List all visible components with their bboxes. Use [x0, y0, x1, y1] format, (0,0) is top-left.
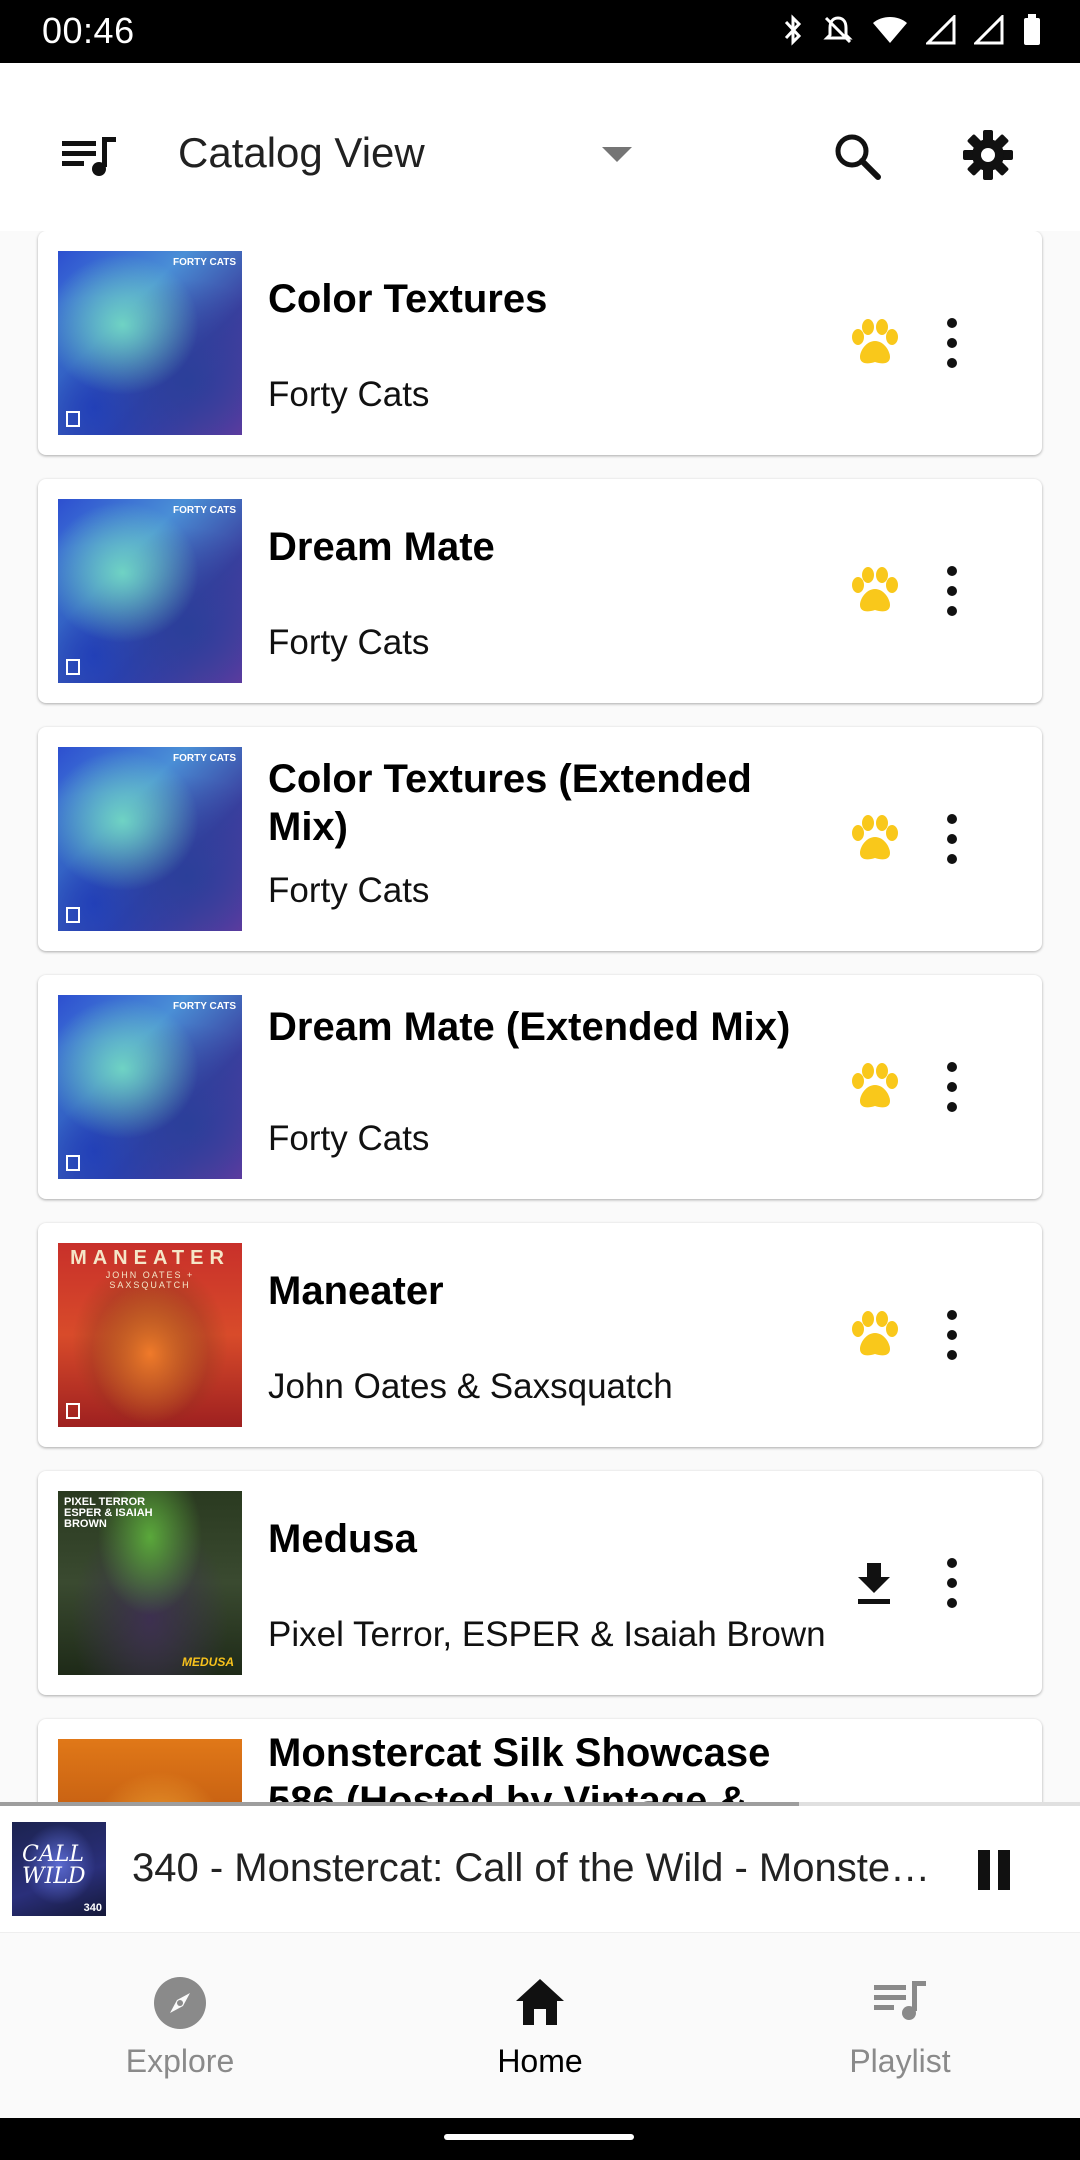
track-card[interactable]: PIXEL TERROR ESPER & ISAIAH BROWN MEDUSA…	[38, 1471, 1042, 1695]
album-art-label: FORTY CATS	[173, 505, 236, 516]
album-art-subtitle: JOHN OATES + SAXSQUATCH	[105, 1270, 195, 1290]
track-list[interactable]: FORTY CATS Color Textures Forty Cats FOR…	[0, 231, 1080, 1804]
label-badge-icon	[66, 411, 80, 427]
more-options-button[interactable]	[938, 559, 966, 623]
view-selector[interactable]: Catalog View	[178, 129, 425, 177]
dropdown-arrow-icon[interactable]	[602, 147, 632, 162]
track-card[interactable]: FORTY CATS Color Textures (Extended Mix)…	[38, 727, 1042, 951]
do-not-disturb-icon	[822, 14, 854, 51]
track-card[interactable]: FORTY CATS Color Textures Forty Cats	[38, 231, 1042, 455]
paw-icon[interactable]	[846, 563, 902, 619]
mini-player[interactable]: CALL WILD 340 340 - Monstercat: Call of …	[0, 1806, 1080, 1932]
bottom-navigation: Explore Home Playlist	[0, 1932, 1080, 2118]
nav-home-label: Home	[497, 2043, 583, 2079]
more-vert-icon	[947, 1558, 957, 1608]
track-card[interactable]: Monstercat Silk Showcase 586 (Hosted by …	[38, 1719, 1042, 1804]
home-icon	[516, 1979, 564, 2025]
signal-icon-2	[972, 13, 1004, 50]
more-options-button[interactable]	[938, 1551, 966, 1615]
paw-icon[interactable]	[846, 315, 902, 371]
album-art-label: FORTY CATS	[173, 1001, 236, 1012]
album-art-subtitle: MEDUSA	[181, 1655, 234, 1669]
compass-icon	[154, 1977, 206, 2029]
album-art: FORTY CATS	[58, 499, 242, 683]
track-artist: Forty Cats	[268, 871, 430, 910]
battery-icon	[1022, 14, 1042, 51]
wifi-icon	[872, 15, 908, 50]
now-playing-art-text: CALL WILD	[22, 1842, 86, 1889]
album-art-label: FORTY CATS	[173, 257, 236, 268]
more-vert-icon	[947, 814, 957, 864]
pause-button[interactable]	[974, 1850, 1014, 1894]
status-time: 00:46	[42, 10, 135, 51]
label-badge-icon	[66, 907, 80, 923]
app-bar: Catalog View	[0, 63, 1080, 231]
now-playing-art: CALL WILD 340	[12, 1822, 106, 1916]
track-artist: Forty Cats	[268, 623, 430, 662]
now-playing-title[interactable]: 340 - Monstercat: Call of the Wild - Mon…	[132, 1846, 932, 1891]
track-artist: John Oates & Saxsquatch	[268, 1367, 673, 1406]
track-card[interactable]: FORTY CATS Dream Mate (Extended Mix) For…	[38, 975, 1042, 1199]
status-bar: 00:46	[0, 0, 1080, 63]
track-title: Color Textures	[268, 277, 548, 321]
nav-playlist-label: Playlist	[849, 2043, 951, 2079]
more-vert-icon	[947, 1310, 957, 1360]
search-button[interactable]	[830, 129, 886, 185]
album-art: FORTY CATS	[58, 747, 242, 931]
paw-icon[interactable]	[846, 811, 902, 867]
track-artist: Pixel Terror, ESPER & Isaiah Brown	[268, 1615, 826, 1654]
track-title: Monstercat Silk Showcase 586 (Hosted by …	[268, 1731, 771, 1804]
label-badge-icon	[66, 659, 80, 675]
now-playing-art-number: 340	[83, 1902, 102, 1914]
album-art: MANEATER JOHN OATES + SAXSQUATCH	[58, 1243, 242, 1427]
album-art: FORTY CATS	[58, 995, 242, 1179]
album-art: PIXEL TERROR ESPER & ISAIAH BROWN MEDUSA	[58, 1491, 242, 1675]
album-art-title: MANEATER	[70, 1247, 230, 1269]
nav-home[interactable]: Home	[360, 1933, 720, 2119]
gesture-navigation-bar	[0, 2118, 1080, 2160]
track-title: Color Textures (Extended Mix)	[268, 757, 752, 849]
bluetooth-icon	[782, 14, 804, 51]
album-art	[58, 1739, 242, 1804]
nav-explore[interactable]: Explore	[0, 1933, 360, 2119]
track-title: Dream Mate	[268, 525, 495, 569]
album-art-label: FORTY CATS	[173, 753, 236, 764]
playlist-icon	[874, 1981, 926, 2020]
nav-playlist[interactable]: Playlist	[720, 1933, 1080, 2119]
paw-icon[interactable]	[846, 1307, 902, 1363]
album-art: FORTY CATS	[58, 251, 242, 435]
queue-music-icon	[62, 137, 116, 176]
more-vert-icon	[947, 566, 957, 616]
more-options-button[interactable]	[938, 311, 966, 375]
paw-icon[interactable]	[846, 1059, 902, 1115]
track-card[interactable]: FORTY CATS Dream Mate Forty Cats	[38, 479, 1042, 703]
home-gesture-handle[interactable]	[444, 2134, 634, 2140]
nav-explore-label: Explore	[125, 2043, 235, 2079]
track-title: Maneater	[268, 1269, 444, 1313]
album-art-title: PIXEL TERROR ESPER & ISAIAH BROWN	[64, 1496, 153, 1530]
download-icon	[858, 1563, 890, 1604]
queue-music-button[interactable]	[60, 133, 120, 183]
signal-icon	[924, 13, 956, 50]
label-badge-icon	[66, 1155, 80, 1171]
label-badge-icon	[66, 1403, 80, 1419]
download-button[interactable]	[852, 1559, 896, 1607]
track-title: Dream Mate (Extended Mix)	[268, 1005, 791, 1049]
more-options-button[interactable]	[938, 807, 966, 871]
more-options-button[interactable]	[938, 1303, 966, 1367]
track-card[interactable]: MANEATER JOHN OATES + SAXSQUATCH Maneate…	[38, 1223, 1042, 1447]
settings-button[interactable]	[960, 127, 1016, 183]
status-icons	[782, 13, 1042, 51]
more-options-button[interactable]	[938, 1055, 966, 1119]
gear-icon	[963, 130, 1013, 180]
more-vert-icon	[947, 1062, 957, 1112]
track-artist: Forty Cats	[268, 1119, 430, 1158]
track-artist: Forty Cats	[268, 375, 430, 414]
track-title: Medusa	[268, 1517, 417, 1561]
search-icon	[835, 134, 881, 180]
more-vert-icon	[947, 318, 957, 368]
